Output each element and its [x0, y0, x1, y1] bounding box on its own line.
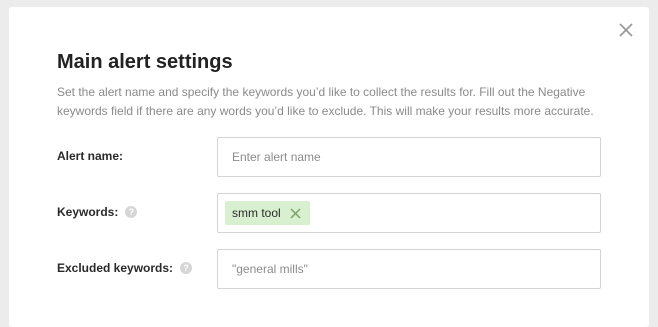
- excluded-keywords-field: [217, 249, 601, 289]
- alert-settings-dialog: Main alert settings Set the alert name a…: [9, 7, 649, 327]
- keywords-label: Keywords: ?: [57, 205, 138, 219]
- keywords-field[interactable]: smm tool: [217, 193, 601, 233]
- alert-name-label: Alert name:: [57, 149, 123, 163]
- excluded-keywords-label-text: Excluded keywords:: [57, 261, 174, 275]
- alert-name-input[interactable]: [218, 138, 600, 176]
- close-icon: [619, 23, 633, 37]
- dialog-title: Main alert settings: [57, 51, 233, 73]
- dialog-description: Set the alert name and specify the keywo…: [57, 85, 594, 118]
- close-icon: [290, 207, 301, 219]
- excluded-keywords-input[interactable]: [218, 250, 600, 288]
- alert-name-label-text: Alert name:: [57, 149, 124, 163]
- close-button[interactable]: [617, 21, 635, 39]
- keywords-label-text: Keywords:: [57, 205, 119, 219]
- excluded-keywords-label: Excluded keywords: ?: [57, 261, 193, 275]
- question-circle-icon[interactable]: ?: [180, 262, 193, 274]
- keyword-tag: smm tool: [225, 201, 310, 225]
- question-circle-icon[interactable]: ?: [125, 206, 138, 218]
- keyword-tag-remove-button[interactable]: [290, 207, 302, 219]
- alert-name-field-box: [217, 137, 601, 177]
- keyword-tag-label: smm tool: [232, 206, 281, 220]
